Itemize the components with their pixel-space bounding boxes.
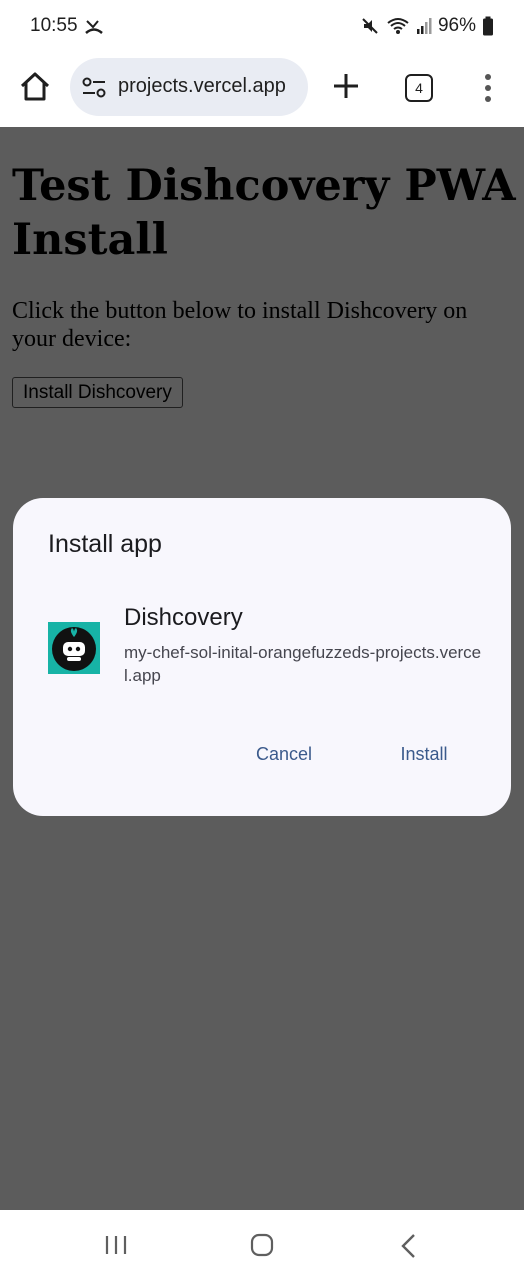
install-button[interactable]: Install: [384, 744, 464, 772]
battery-level: 96%: [437, 15, 476, 36]
wifi-icon: [387, 18, 409, 34]
site-settings-icon[interactable]: [82, 77, 106, 99]
dishcovery-logo-icon: [52, 627, 96, 671]
app-url: my-chef-sol-inital-orangefuzzeds-project…: [124, 643, 482, 685]
tab-count: 4: [415, 80, 423, 96]
page-title: Test Dishcovery PWA Install: [12, 161, 516, 265]
system-nav-bar: [0, 1210, 524, 1280]
status-bar: 10:55 96%: [0, 0, 524, 52]
app-name: Dishcovery: [124, 604, 243, 631]
dialog-title: Install app: [48, 530, 162, 558]
app-icon: [48, 622, 100, 674]
home-icon[interactable]: [18, 70, 52, 104]
home-button-icon[interactable]: [250, 1233, 274, 1257]
more-menu-icon[interactable]: [478, 72, 498, 104]
missed-call-icon: [85, 20, 103, 34]
recent-apps-icon[interactable]: [103, 1234, 129, 1256]
status-time: 10:55: [30, 15, 78, 36]
new-tab-icon[interactable]: [330, 70, 362, 102]
mute-icon: [362, 18, 378, 34]
install-dishcovery-label: Install Dishcovery: [23, 381, 172, 403]
back-icon[interactable]: [398, 1232, 418, 1260]
url-text[interactable]: projects.vercel.app: [118, 75, 286, 98]
install-app-dialog: Install app Dishcovery my-chef-sol-inita…: [13, 498, 511, 816]
signal-icon: [416, 18, 432, 34]
tab-switcher-button[interactable]: 4: [405, 74, 433, 102]
battery-icon: [483, 16, 493, 36]
status-icons: 96%: [360, 14, 494, 38]
page-description: Click the button below to install Dishco…: [12, 298, 468, 352]
cancel-button[interactable]: Cancel: [239, 744, 329, 772]
browser-toolbar: projects.vercel.app 4: [0, 52, 524, 127]
install-dishcovery-button[interactable]: Install Dishcovery: [12, 377, 183, 408]
address-bar[interactable]: projects.vercel.app: [70, 58, 308, 116]
